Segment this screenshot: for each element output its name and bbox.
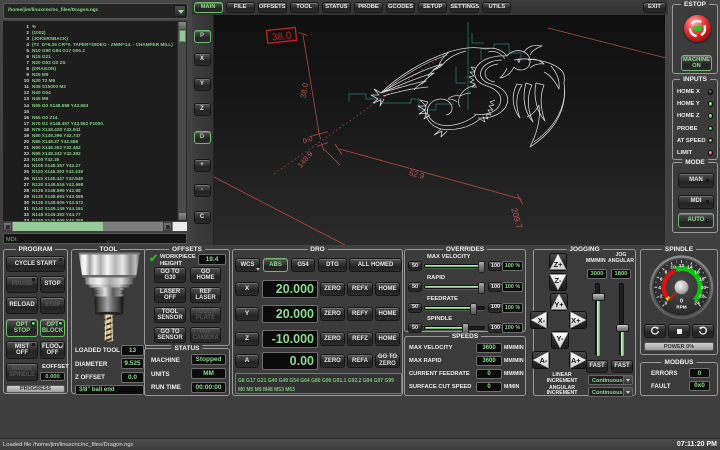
svg-text:Z+: Z+ <box>553 260 563 269</box>
svg-text:6: 6 <box>660 277 663 283</box>
svg-text:A-: A- <box>540 356 548 365</box>
svg-text:22: 22 <box>699 293 705 299</box>
svg-text:X+: X+ <box>571 316 581 325</box>
svg-text:8: 8 <box>665 269 668 275</box>
svg-text:0.0: 0.0 <box>302 136 314 146</box>
svg-text:38.0: 38.0 <box>299 82 310 99</box>
svg-text:14: 14 <box>687 265 693 271</box>
svg-text:RPM: RPM <box>676 305 686 310</box>
svg-text:4: 4 <box>658 285 661 291</box>
svg-text:10: 10 <box>670 265 676 271</box>
svg-text:Z-: Z- <box>554 276 562 285</box>
svg-text:Y+: Y+ <box>554 300 564 309</box>
svg-text:24: 24 <box>694 300 700 306</box>
svg-text:X-: X- <box>538 316 546 325</box>
svg-text:12: 12 <box>679 263 685 269</box>
svg-text:A+: A+ <box>570 356 580 365</box>
svg-text:2: 2 <box>660 293 663 299</box>
svg-text:38.0: 38.0 <box>271 30 292 43</box>
svg-text:209.7: 209.7 <box>509 207 525 230</box>
svg-text:Y-: Y- <box>557 334 565 343</box>
svg-text:16: 16 <box>694 269 700 275</box>
svg-text:18: 18 <box>699 277 705 283</box>
svg-text:62.9: 62.9 <box>408 168 426 181</box>
svg-text:0: 0 <box>665 300 668 306</box>
svg-text:20: 20 <box>701 285 707 291</box>
svg-text:148.9: 148.9 <box>296 149 315 169</box>
